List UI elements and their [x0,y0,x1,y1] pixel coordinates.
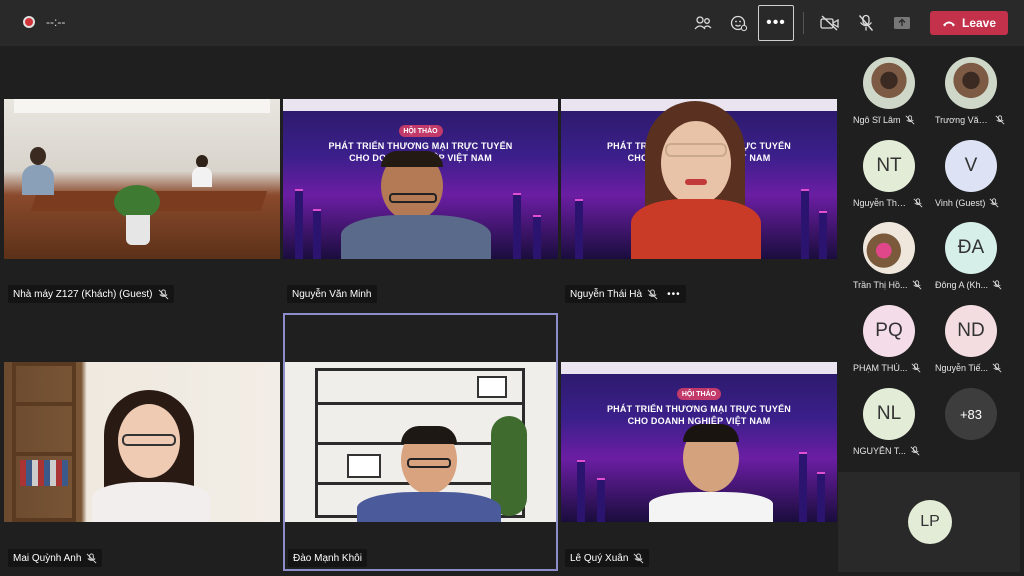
mic-off-icon [158,288,168,299]
participant-name: Nguyễn Tha... [853,198,929,208]
tile-more-options-button[interactable]: ••• [667,289,681,300]
mic-off-icon [913,198,923,208]
participant-name: PHẠM THÚ... [853,363,929,373]
participant-avatar[interactable]: NT [863,140,915,192]
mic-off-icon [633,552,644,563]
participant-name: Nguyễn Tiế... [935,363,1011,373]
meeting-toolbar: --:-- ••• Leave [0,0,1024,46]
participant-avatar[interactable]: ND [945,305,997,357]
more-actions-button[interactable]: ••• [758,5,794,41]
participant-name-tag: Lê Quý Xuân [565,549,650,567]
recording-indicator-icon [23,16,35,28]
leave-label: Leave [961,16,997,30]
raise-hand-icon[interactable] [724,8,754,38]
slide-headline: PHÁT TRIỂN THƯƠNG MẠI TRỰC TUYẾN [328,141,513,151]
video-tile[interactable]: HỘI THẢO PHÁT TRIỂN THƯƠNG MẠI TRỰC TUYẾ… [561,313,837,571]
mic-off-icon [647,288,658,299]
participant-avatar[interactable]: NL [863,388,915,440]
mic-off-icon [995,115,1005,125]
participant-name: Ngô Sĩ Lâm [853,115,929,125]
video-tile-active-speaker[interactable]: Đào Mạnh Khôi [283,313,558,571]
slide-badge: HỘI THẢO [398,125,443,137]
video-tile[interactable]: PHÁT TRIỂN THƯƠNG MẠI TRỰC TUYẾN CHO DOA… [561,99,837,308]
participant-name: Trương Văn ... [935,115,1011,125]
participant-video: HỘI THẢO PHÁT TRIỂN THƯƠNG MẠI TRỰC TUYẾ… [283,99,558,259]
participant-name-tag: Nguyễn Thái Hà ••• [565,285,686,303]
mic-off-icon [989,198,999,208]
participant-video [4,99,280,259]
video-tile[interactable]: Mai Quỳnh Anh [4,313,280,571]
participant-video [4,362,280,522]
participant-avatar[interactable] [863,222,915,274]
participant-avatar[interactable]: ĐA [945,222,997,274]
slide-headline: PHÁT TRIỂN THƯƠNG MẠI TRỰC TUYẾN [606,404,791,414]
share-icon[interactable] [887,8,917,38]
self-view[interactable]: LP [838,472,1020,572]
participant-avatar[interactable]: V [945,140,997,192]
participant-avatar[interactable] [945,57,997,109]
mic-off-icon [910,446,920,456]
participant-video: HỘI THẢO PHÁT TRIỂN THƯƠNG MẠI TRỰC TUYẾ… [561,362,837,522]
mic-off-icon [992,280,1002,290]
mic-off-icon [905,115,914,125]
mic-off-icon [86,552,97,563]
participant-video [285,362,556,522]
participant-avatar[interactable] [863,57,915,109]
mic-off-icon [912,280,921,290]
participants-icon[interactable] [688,8,718,38]
toolbar-divider [803,12,804,34]
hangup-icon [942,21,955,27]
mic-off-icon[interactable] [851,8,881,38]
meeting-timer: --:-- [46,15,66,29]
participant-name-tag: Nguyễn Văn Minh [287,285,377,303]
mic-off-icon [911,363,921,373]
camera-off-icon[interactable] [815,8,845,38]
self-avatar: LP [908,500,952,544]
more-actions-icon: ••• [766,14,786,31]
participant-name: Đông A (Kh... [935,280,1011,290]
participant-video: PHÁT TRIỂN THƯƠNG MẠI TRỰC TUYẾN CHO DOA… [561,99,837,259]
video-tile[interactable]: Nhà máy Z127 (Khách) (Guest) [4,99,280,308]
video-tile[interactable]: HỘI THẢO PHÁT TRIỂN THƯƠNG MẠI TRỰC TUYẾ… [283,99,558,308]
slide-badge: HỘI THẢO [677,388,721,400]
participant-name: NGUYỄN T... [853,446,929,456]
participant-name-tag: Mai Quỳnh Anh [8,549,103,567]
leave-button[interactable]: Leave [930,11,1008,35]
mic-off-icon [992,363,1002,373]
participant-name: Trần Thị Hồ... [853,280,929,290]
participant-name: Vinh (Guest) [935,198,1011,208]
participant-name-tag: Nhà máy Z127 (Khách) (Guest) [8,285,174,303]
participant-avatar[interactable]: PQ [863,305,915,357]
more-participants-button[interactable]: +83 [945,388,997,440]
participant-name-tag: Đào Mạnh Khôi [288,549,367,567]
